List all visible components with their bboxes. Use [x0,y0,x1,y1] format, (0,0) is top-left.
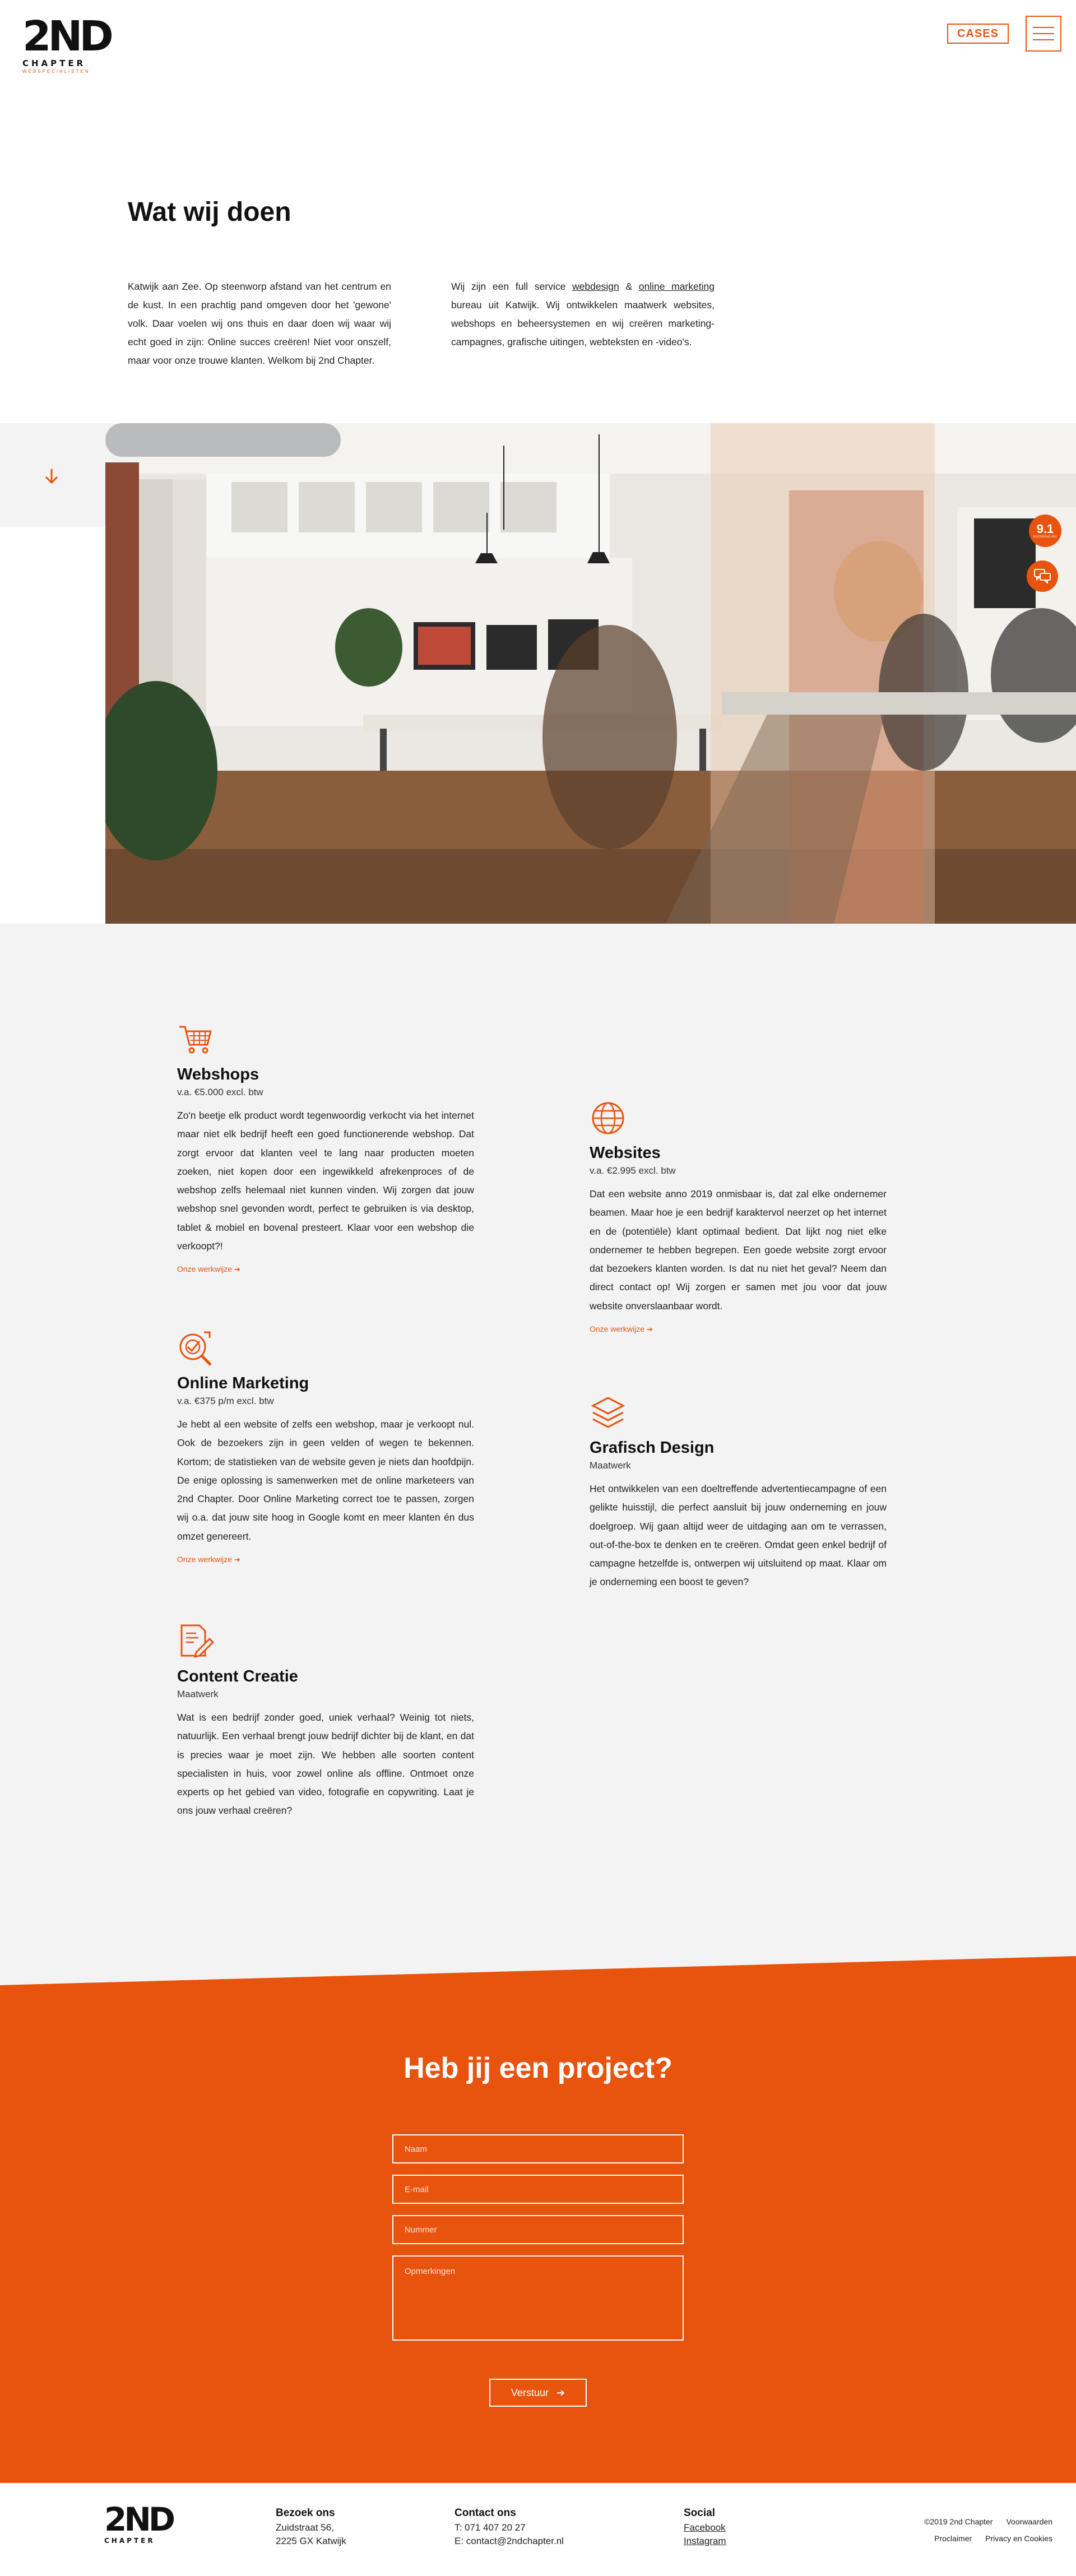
cart-icon [179,1026,212,1054]
email-placeholder: E-mail [405,2184,429,2194]
arrow-right-icon: ➔ [234,1555,240,1564]
intro-text-right: Wij zijn een full service webdesign & on… [451,277,715,351]
rating-label: BEOORDELING [1033,535,1058,539]
link-label: Onze werkwijze [177,1264,233,1274]
rating-badge[interactable]: 9.1 BEOORDELING [1029,515,1061,547]
service-description: Zo'n beetje elk product wordt tegenwoord… [177,1110,474,1252]
footer-phone[interactable]: T: 071 407 20 27 [454,2521,564,2535]
service-grafisch-design: Grafisch Design Maatwerk Het ontwikkelen… [590,1394,887,1592]
footer-visit: Bezoek ons Zuidstraat 56, 2225 GX Katwij… [276,2506,346,2548]
menu-line-icon [1033,27,1054,28]
instagram-link[interactable]: Instagram [684,2535,726,2548]
document-pen-icon [180,1624,214,1658]
intro-text-segment: Wij zijn een full service [451,281,573,292]
service-webshops: Webshops v.a. €5.000 excl. btw Zo'n beet… [177,1021,474,1275]
service-price: v.a. €375 p/m excl. btw [177,1396,274,1406]
footer-legal: ©2019 2nd Chapter Voorwaarden Proclaimer P… [911,2513,1052,2547]
contact-title: Heb jij een project? [404,2052,672,2084]
webshops-werkwijze-link[interactable]: Onze werkwijze ➔ [177,1264,240,1274]
section-divider-slant [0,1950,1076,1990]
service-description: Wat is een bedrijf zonder goed, uniek ve… [177,1712,474,1817]
phone-field[interactable]: Nummer [392,2215,684,2244]
terms-link[interactable]: Voorwaarden [1006,2517,1052,2526]
service-price: Maatwerk [590,1460,631,1471]
webdesign-link[interactable]: webdesign [572,281,619,292]
globe-icon [592,1102,624,1134]
service-title: Webshops [177,1065,259,1083]
arrow-right-icon: ➔ [234,1265,240,1274]
online-marketing-link[interactable]: online marketing [639,281,715,292]
logo-wordmark: 2ND [104,2500,175,2538]
service-title: Websites [590,1144,661,1162]
footer-visit-title: Bezoek ons [276,2507,335,2519]
arrow-right-icon: ➔ [647,1325,653,1334]
online-marketing-werkwijze-link[interactable]: Onze werkwijze ➔ [177,1555,240,1564]
rating-score: 9.1 [1036,521,1054,536]
chat-bubbles-icon [1034,569,1051,583]
name-field[interactable]: Naam [392,2134,684,2163]
submit-button[interactable]: Verstuur ➔ [489,2379,587,2407]
target-icon [179,1331,212,1366]
logo-wordmark: 2ND [22,12,114,61]
footer-email[interactable]: E: contact@2ndchapter.nl [454,2535,564,2548]
layers-icon [591,1397,625,1428]
submit-label: Verstuur [511,2387,549,2398]
menu-line-icon [1033,39,1054,40]
disclaimer-link[interactable]: Proclaimer [934,2534,972,2543]
services-section [0,924,1076,1969]
footer-contact-title: Contact ons [454,2507,516,2519]
intro-text-segment: & [619,281,639,292]
remarks-textarea[interactable]: Opmerkingen [392,2255,684,2341]
office-photo [105,423,1076,924]
intro-text-left: Katwijk aan Zee. Op steenworp afstand va… [128,281,391,366]
service-description: Het ontwikkelen van een doeltreffende ad… [590,1483,887,1588]
service-websites: Websites v.a. €2.995 excl. btw Dat een w… [590,1100,887,1335]
cases-button[interactable]: CASES [947,24,1009,44]
service-title: Grafisch Design [590,1439,715,1457]
copyright: ©2019 2nd Chapter [924,2517,993,2526]
arrow-right-icon: ➔ [556,2387,565,2398]
office-scene-illustration [105,423,1076,924]
logo-tagline: WEBSPECIALISTEN [22,69,90,74]
phone-placeholder: Nummer [405,2225,437,2235]
logo-subtitle: CHAPTER [22,58,86,68]
service-title: Online Marketing [177,1374,309,1392]
footer-social: Social Facebook Instagram [684,2506,726,2548]
address-line: Zuidstraat 56, [276,2522,334,2533]
service-online-marketing: Online Marketing v.a. €375 p/m excl. btw… [177,1330,474,1565]
footer-logo[interactable]: 2ND CHAPTER [104,2500,175,2545]
service-content-creatie: Content Creatie Maatwerk Wat is een bedr… [177,1623,474,1820]
privacy-link[interactable]: Privacy en Cookies [985,2534,1052,2543]
chat-button[interactable] [1027,560,1058,592]
hamburger-menu-button[interactable] [1026,16,1061,52]
address-line: 2225 GX Katwijk [276,2536,346,2546]
link-label: Onze werkwijze [177,1555,233,1564]
footer-social-title: Social [684,2507,715,2519]
menu-line-icon [1033,33,1054,34]
websites-werkwijze-link[interactable]: Onze werkwijze ➔ [590,1324,653,1334]
service-price: v.a. €2.995 excl. btw [590,1165,676,1176]
service-price: Maatwerk [177,1689,219,1699]
remarks-placeholder: Opmerkingen [405,2267,456,2276]
logo[interactable]: 2ND CHAPTER WEBSPECIALISTEN [22,12,114,89]
service-title: Content Creatie [177,1667,298,1685]
email-field[interactable]: E-mail [392,2175,684,2204]
arrow-down-icon[interactable] [40,465,63,488]
link-label: Onze werkwijze [590,1324,645,1334]
page-title: Wat wij doen [128,197,291,227]
name-placeholder: Naam [405,2144,428,2154]
intro-text-segment: bureau uit Katwijk. Wij ontwikkelen maat… [451,299,715,348]
service-description: Dat een website anno 2019 onmisbaar is, … [590,1188,887,1312]
service-description: Je hebt al een website of zelfs een webs… [177,1419,474,1542]
service-price: v.a. €5.000 excl. btw [177,1087,263,1097]
facebook-link[interactable]: Facebook [684,2521,726,2535]
footer-contact: Contact ons T: 071 407 20 27 E: contact@… [454,2506,564,2548]
